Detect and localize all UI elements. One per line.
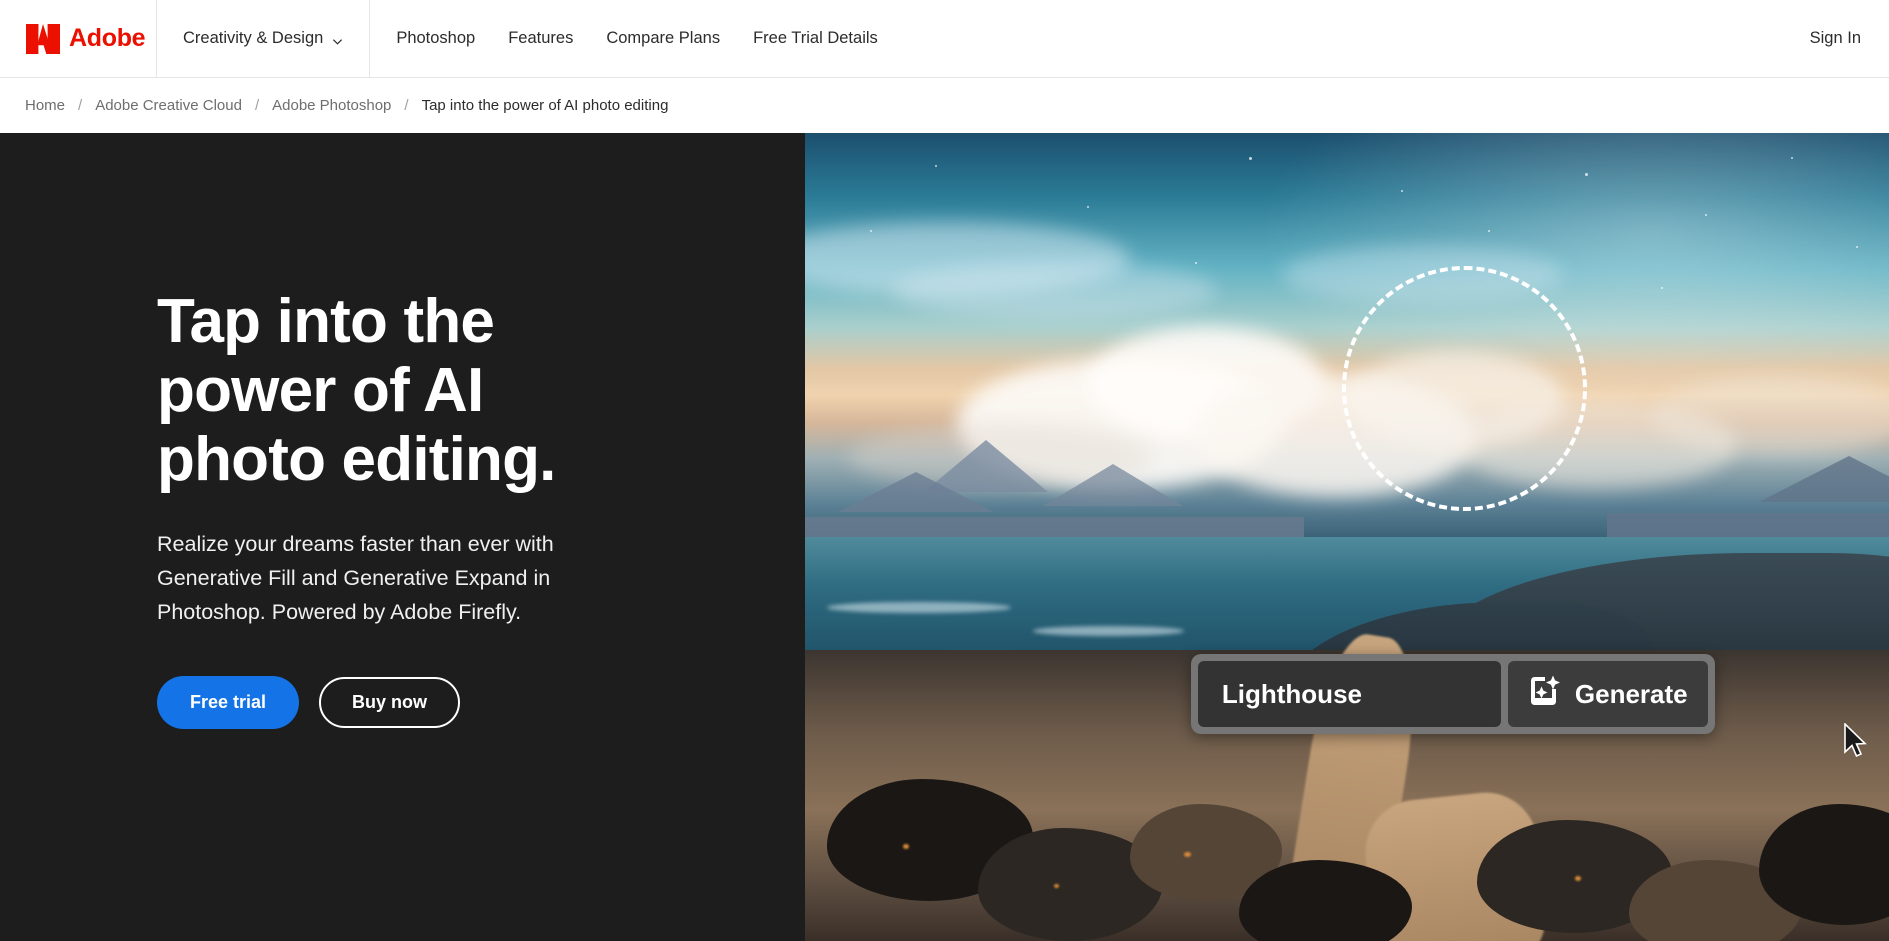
hero-subtitle: Realize your dreams faster than ever wit… (157, 532, 554, 625)
adobe-brand-logo[interactable]: Adobe (0, 0, 157, 77)
nav-link-features[interactable]: Features (508, 29, 573, 48)
ember-glow (902, 844, 909, 850)
generate-button[interactable]: Generate (1507, 661, 1708, 728)
generative-fill-prompt-input[interactable]: Lighthouse (1197, 661, 1501, 728)
breadcrumb-separator: / (78, 97, 83, 114)
page-title: Tap into the power of AI photo editing. (157, 287, 556, 494)
generate-button-label: Generate (1574, 678, 1688, 709)
primary-nav-links: Photoshop Features Compare Plans Free Tr… (370, 0, 877, 77)
adobe-logo-icon (26, 23, 60, 54)
breadcrumb-item-current-page: Tap into the power of AI photo editing (421, 97, 669, 114)
free-trial-button[interactable]: Free trial (157, 676, 300, 730)
generative-fill-toolbar: Lighthouse Generate (1190, 654, 1715, 735)
mountain-peak-left (837, 472, 994, 513)
nav-link-free-trial-details[interactable]: Free Trial Details (753, 29, 878, 48)
breadcrumb-separator: / (254, 97, 260, 114)
breadcrumb: Home / Adobe Creative Cloud / Adobe Phot… (0, 78, 1889, 133)
buy-now-button[interactable]: Buy now (319, 677, 461, 729)
wave-crest (1032, 625, 1185, 636)
breadcrumb-item-home[interactable]: Home (25, 97, 65, 114)
nav-dropdown-creativity-design[interactable]: Creativity & Design (157, 0, 371, 77)
global-navigation-bar: Adobe Creativity & Design Photoshop Feat… (0, 0, 1889, 78)
sparkle-image-icon (1528, 674, 1562, 715)
mountain-peak-right (1758, 456, 1889, 503)
breadcrumb-separator: / (404, 97, 409, 114)
chevron-down-icon (332, 33, 343, 45)
hero-copy-panel: Tap into the power of AI photo editing. … (0, 133, 805, 941)
nav-dropdown-label: Creativity & Design (183, 29, 324, 47)
adobe-wordmark: Adobe (69, 24, 146, 52)
hero-image: Lighthouse Generate (805, 133, 1889, 941)
nav-link-compare-plans[interactable]: Compare Plans (606, 29, 720, 48)
nav-right-section: Sign In (1810, 0, 1889, 77)
sign-in-link[interactable]: Sign In (1810, 29, 1861, 48)
elliptical-marquee-selection[interactable] (1341, 266, 1587, 512)
mountain-peak-center (1043, 464, 1184, 507)
nav-link-photoshop[interactable]: Photoshop (396, 29, 475, 48)
breadcrumb-item-adobe-photoshop[interactable]: Adobe Photoshop (272, 97, 391, 114)
hero-section: Tap into the power of AI photo editing. … (0, 133, 1889, 941)
hero-cta-group: Free trial Buy now (157, 676, 805, 730)
breadcrumb-item-adobe-creative-cloud[interactable]: Adobe Creative Cloud (95, 97, 242, 114)
wave-crest (826, 601, 1011, 613)
